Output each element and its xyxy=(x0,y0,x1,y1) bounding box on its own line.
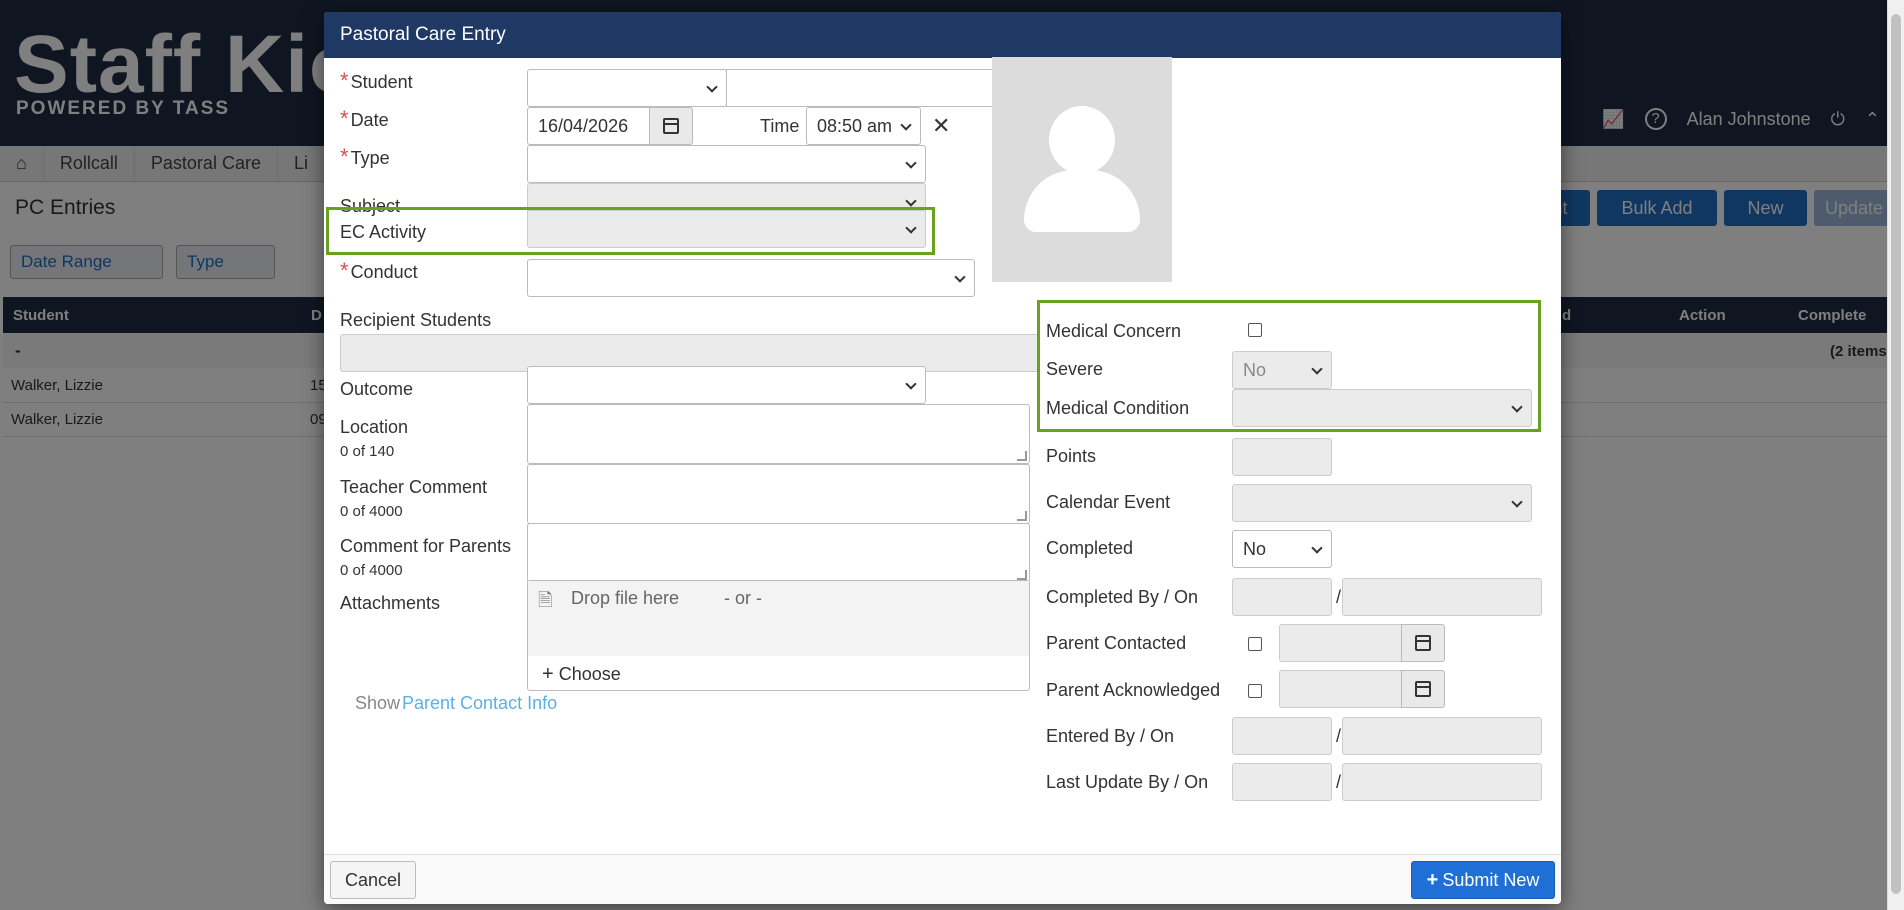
medical-concern-checkbox[interactable] xyxy=(1248,323,1262,337)
time-label: Time xyxy=(760,116,800,136)
location-counter: 0 of 140 xyxy=(340,443,395,460)
outcome-label: Outcome xyxy=(340,379,414,399)
conduct-label: * Conduct xyxy=(340,258,418,283)
attachments-label: Attachments xyxy=(340,593,441,613)
last-update-by-input[interactable] xyxy=(1232,763,1332,801)
submit-new-button[interactable]: + Submit New xyxy=(1411,861,1555,899)
time-select[interactable]: 08:50 am xyxy=(806,107,921,145)
calendar-event-select[interactable] xyxy=(1232,484,1532,522)
submit-new-label: Submit New xyxy=(1442,869,1540,890)
severe-label: Severe xyxy=(1046,359,1104,379)
modal-footer: Cancel + Submit New xyxy=(324,854,1561,904)
parent-contact-info-link[interactable]: Parent Contact Info xyxy=(402,693,557,714)
entered-by-input[interactable] xyxy=(1232,717,1332,755)
teacher-comment-counter: 0 of 4000 xyxy=(340,503,403,520)
drop-file-text: Drop file here xyxy=(571,588,680,608)
comment-parents-counter: 0 of 4000 xyxy=(340,562,403,579)
drop-file-icon: 🗎 xyxy=(538,590,553,610)
calendar-icon xyxy=(1415,635,1431,651)
student-search-input[interactable] xyxy=(726,69,1030,107)
outcome-select[interactable] xyxy=(527,366,926,404)
cancel-button[interactable]: Cancel xyxy=(330,861,416,899)
parent-contacted-date-button[interactable] xyxy=(1401,624,1445,662)
type-select[interactable] xyxy=(527,145,926,183)
medical-condition-label: Medical Condition xyxy=(1046,398,1190,418)
ec-activity-label: EC Activity xyxy=(340,222,427,242)
points-input[interactable] xyxy=(1232,438,1332,476)
student-label: * Student xyxy=(340,68,413,93)
page-scrollbar[interactable] xyxy=(1887,0,1904,910)
completed-by-input[interactable] xyxy=(1232,578,1332,616)
parent-acknowledged-label: Parent Acknowledged xyxy=(1046,680,1221,700)
teacher-comment-label: Teacher Comment xyxy=(340,477,488,497)
teacher-comment-textarea[interactable] xyxy=(527,464,1030,524)
parent-contacted-date-input[interactable] xyxy=(1279,624,1402,662)
pastoral-care-modal: Pastoral Care Entry * Student * Date 16/04… xyxy=(324,12,1561,904)
modal-title: Pastoral Care Entry xyxy=(324,12,1561,58)
student-photo-placeholder xyxy=(992,57,1172,282)
parent-acknowledged-checkbox[interactable] xyxy=(1248,684,1262,698)
calendar-icon xyxy=(663,118,679,134)
ec-activity-select[interactable] xyxy=(527,210,926,248)
type-label: * Type xyxy=(340,144,390,169)
calendar-event-label: Calendar Event xyxy=(1046,492,1171,512)
date-label: * Date xyxy=(340,106,389,131)
choose-button[interactable]: + Choose xyxy=(542,663,621,686)
completed-by-on-label: Completed By / On xyxy=(1046,587,1199,607)
comment-parents-textarea[interactable] xyxy=(527,523,1030,583)
date-input[interactable]: 16/04/2026 xyxy=(527,107,650,145)
location-label: Location xyxy=(340,417,409,437)
student-select[interactable] xyxy=(527,69,727,107)
comment-parents-label: Comment for Parents xyxy=(340,536,512,556)
parent-acknowledged-date-button[interactable] xyxy=(1401,670,1445,708)
conduct-select[interactable] xyxy=(527,259,975,297)
last-update-by-on-label: Last Update By / On xyxy=(1046,772,1209,792)
slash-separator: / xyxy=(1336,587,1342,607)
parent-contacted-checkbox[interactable] xyxy=(1248,637,1262,651)
slash-separator: / xyxy=(1336,726,1342,746)
severe-select[interactable]: No xyxy=(1232,351,1332,389)
plus-icon: + xyxy=(542,663,554,685)
location-textarea[interactable] xyxy=(527,404,1030,464)
show-label: Show xyxy=(355,693,401,713)
date-picker-button[interactable] xyxy=(649,107,693,145)
medical-concern-label: Medical Concern xyxy=(1046,321,1182,341)
drop-or-text: - or - xyxy=(724,588,762,608)
completed-on-input[interactable] xyxy=(1342,578,1542,616)
entered-by-on-label: Entered By / On xyxy=(1046,726,1175,746)
medical-condition-select[interactable] xyxy=(1232,389,1532,427)
calendar-icon xyxy=(1415,681,1431,697)
points-label: Points xyxy=(1046,446,1097,466)
slash-separator: / xyxy=(1336,772,1342,792)
clear-time-icon[interactable]: ✕ xyxy=(932,113,950,139)
parent-acknowledged-date-input[interactable] xyxy=(1279,670,1402,708)
plus-icon: + xyxy=(1426,868,1439,891)
parent-contacted-label: Parent Contacted xyxy=(1046,633,1187,653)
recipient-students-label: Recipient Students xyxy=(340,310,492,330)
entered-on-input[interactable] xyxy=(1342,717,1542,755)
completed-select[interactable]: No xyxy=(1232,530,1332,568)
last-update-on-input[interactable] xyxy=(1342,763,1542,801)
attachments-dropzone[interactable]: 🗎 Drop file here - or - + Choose xyxy=(527,580,1030,691)
completed-label: Completed xyxy=(1046,538,1134,558)
